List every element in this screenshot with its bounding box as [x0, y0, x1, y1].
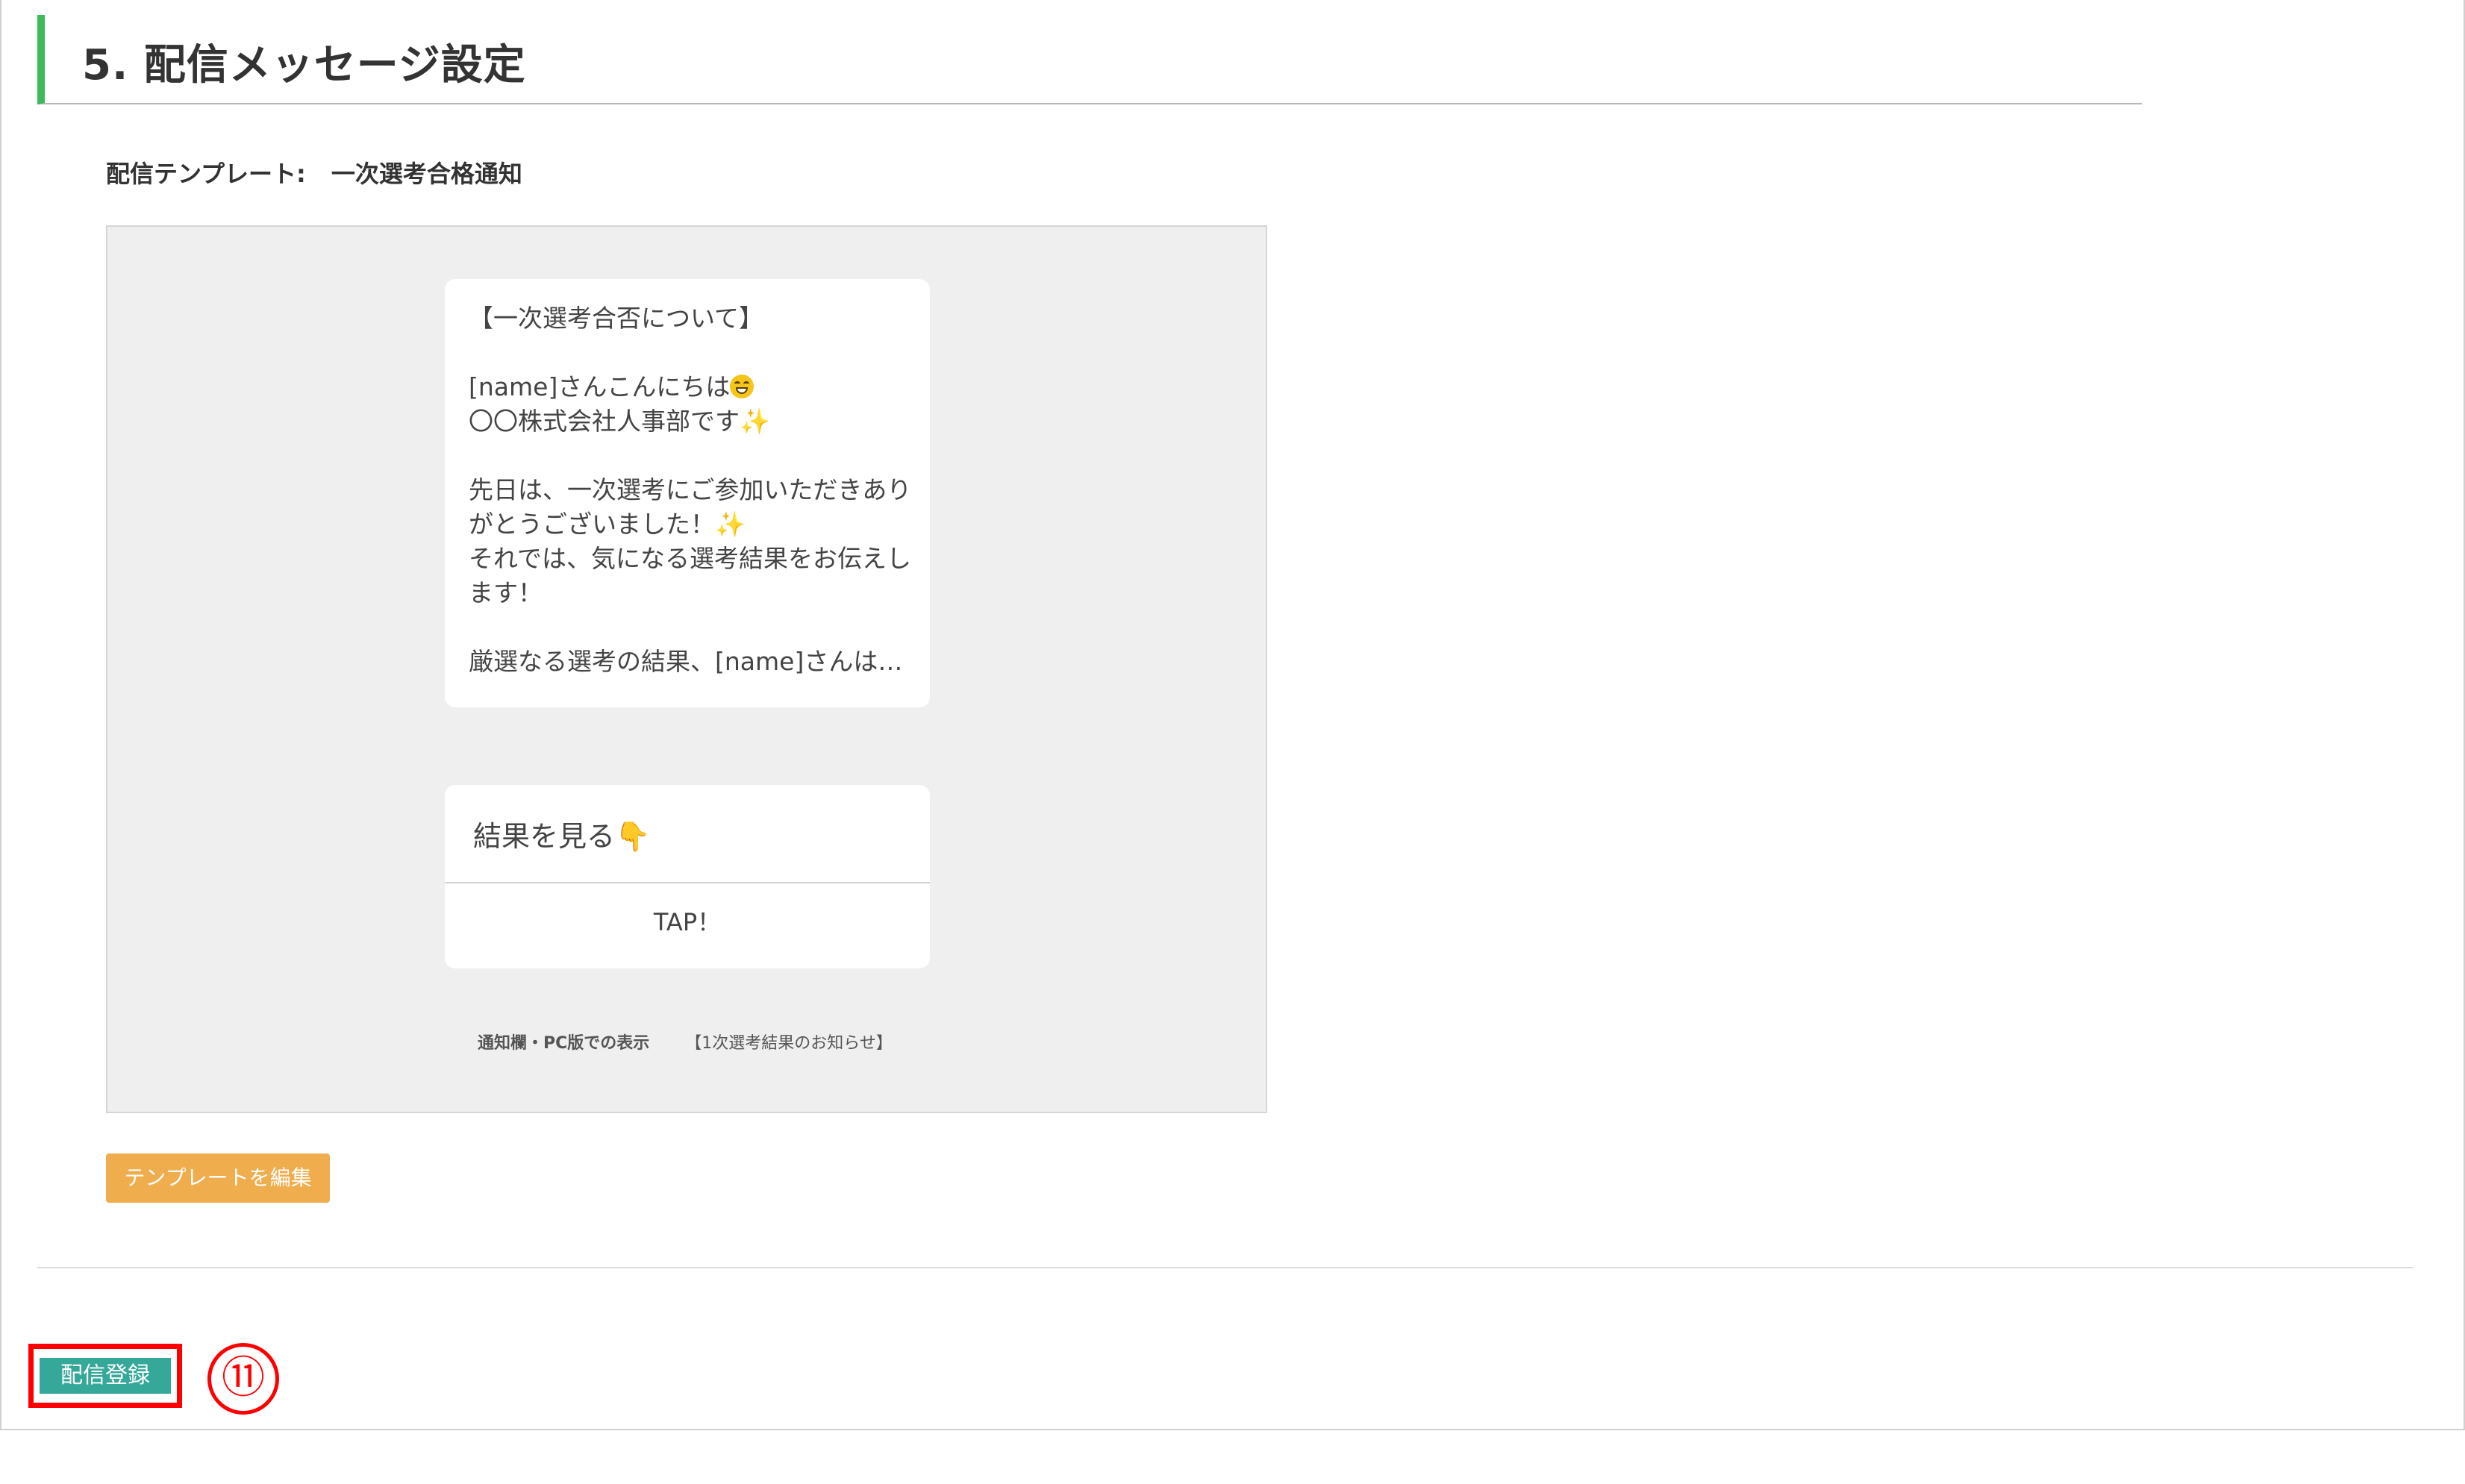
button-card: 結果を見る👇 TAP！ [445, 785, 930, 968]
edit-template-button[interactable]: テンプレートを編集 [106, 1153, 330, 1203]
message-line: それでは、気になる選考結果をお伝えし [469, 544, 912, 573]
card-action-button[interactable]: TAP！ [445, 883, 930, 967]
message-line: ます！ [469, 578, 543, 607]
message-line [469, 439, 906, 473]
message-line: 【一次選考合否について】 [469, 304, 764, 333]
notification-preview: 通知欄・PC版での表示 【1次選考結果のお知らせ】 [478, 1030, 893, 1053]
section-title: 5. 配信メッセージ設定 [82, 41, 526, 90]
message-line: 厳選なる選考の結果、[name]さんは… [469, 647, 903, 676]
section-header: 5. 配信メッセージ設定 [37, 15, 2142, 104]
notification-label: 通知欄・PC版での表示 [478, 1034, 650, 1053]
grinning-face-icon [730, 375, 755, 398]
sparkles-icon: ✨ [740, 407, 771, 436]
message-line: 〇〇株式会社人事部です✨ [469, 407, 771, 436]
divider [37, 1267, 2414, 1268]
register-highlight: 配信登録 [28, 1344, 182, 1408]
notification-text: 【1次選考結果のお知らせ】 [685, 1034, 893, 1053]
message-line [469, 610, 906, 645]
message-line: がとうございました！✨ [469, 510, 746, 539]
message-bubble: 【一次選考合否について】 [name]さんこんにちは 〇〇株式会社人事部です✨ … [445, 279, 930, 707]
message-line: 先日は、一次選考にご参加いただきあり [469, 475, 912, 504]
card-title: 結果を見る👇 [445, 785, 930, 883]
message-preview: 【一次選考合否について】 [name]さんこんにちは 〇〇株式会社人事部です✨ … [106, 225, 1267, 1113]
backhand-point-down-icon: 👇 [615, 820, 651, 853]
template-info: 配信テンプレート: 一次選考合格通知 [106, 155, 522, 190]
message-line: [name]さんこんにちは [469, 370, 906, 404]
sparkles-icon: ✨ [715, 510, 746, 539]
message-line [469, 336, 906, 370]
template-label: 配信テンプレート: [106, 160, 306, 188]
register-button[interactable]: 配信登録 [40, 1358, 171, 1394]
template-name: 一次選考合格通知 [331, 160, 522, 188]
step-annotation: ⑪ [207, 1343, 279, 1415]
